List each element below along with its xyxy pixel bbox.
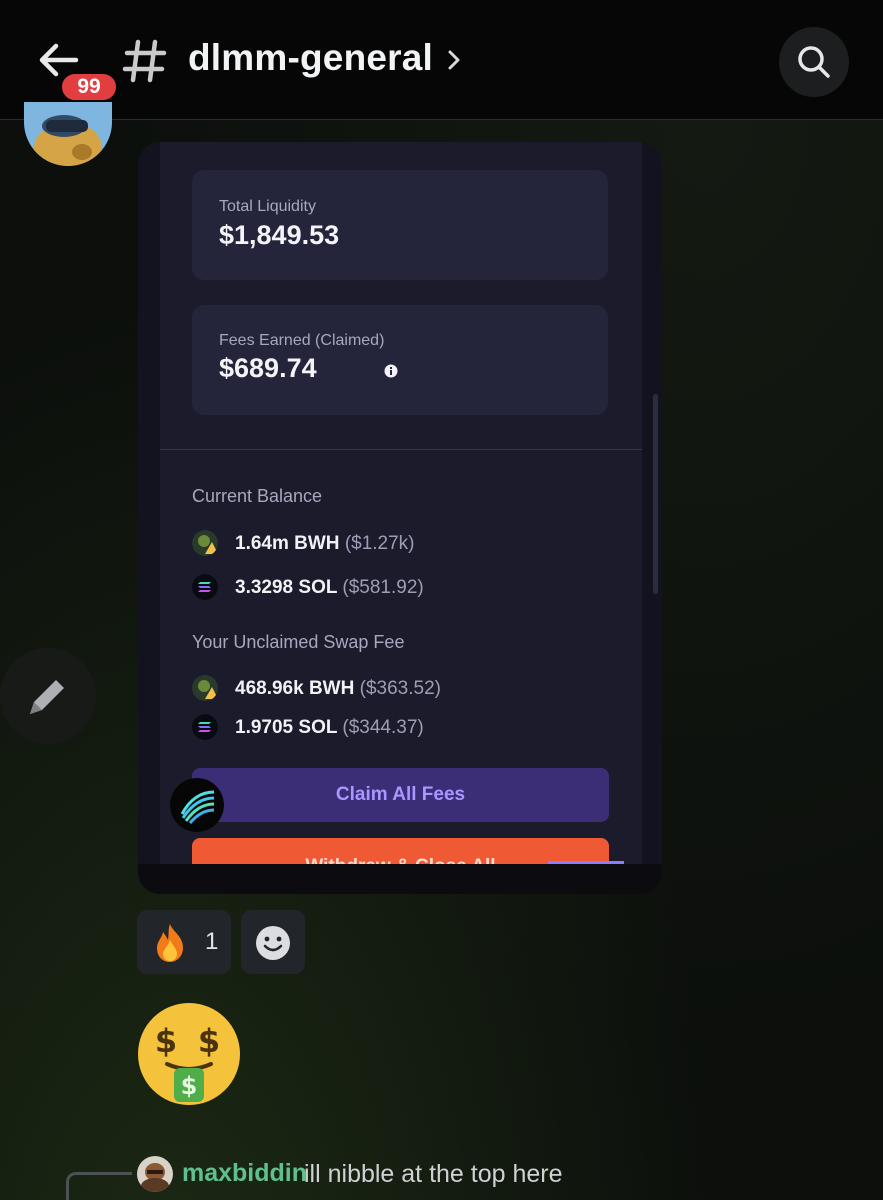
balance-amount: 3.3298 SOL ($581.92) (235, 577, 424, 598)
edit-button[interactable] (0, 648, 96, 744)
total-liquidity-value: $1,849.53 (219, 220, 340, 250)
fees-earned-value: $689.74 (219, 353, 317, 383)
meteora-logo-icon (170, 778, 224, 832)
image-attachment[interactable]: Total Liquidity $1,849.53 Fees Earned (C… (138, 142, 662, 894)
hash-icon (122, 39, 167, 83)
sol-token-icon (192, 574, 218, 600)
chevron-right-icon[interactable] (444, 46, 464, 74)
search-button[interactable] (779, 27, 849, 97)
unclaimed-fee-title: Your Unclaimed Swap Fee (192, 632, 405, 652)
avatar-image (24, 102, 112, 166)
avatar[interactable] (24, 102, 112, 166)
reply-text[interactable]: ill nibble at the top here (304, 1160, 563, 1189)
current-balance-title: Current Balance (192, 486, 323, 506)
scrollbar (653, 394, 658, 594)
unread-badge: 99 (58, 70, 120, 104)
add-reaction-button[interactable] (241, 910, 305, 974)
sol-token-icon (192, 714, 218, 740)
bwh-token-icon (192, 675, 218, 701)
svg-text:$: $ (155, 1022, 177, 1060)
pencil-icon (30, 680, 64, 714)
channel-name[interactable]: dlmm-general (188, 37, 433, 79)
reply-avatar[interactable] (137, 1156, 173, 1192)
reply-spine (66, 1172, 132, 1200)
unclaimed-row-bwh: 468.96k BWH ($363.52) (192, 675, 612, 703)
screenshot-bottom-nav (138, 864, 662, 894)
claim-all-fees-button[interactable]: Claim All Fees (192, 768, 609, 822)
channel-header: 99 dlmm-general (0, 0, 883, 120)
divider (160, 449, 642, 450)
total-liquidity-card: Total Liquidity $1,849.53 (192, 170, 608, 280)
unclaimed-amount: 1.9705 SOL ($344.37) (235, 717, 424, 738)
balance-amount: 1.64m BWH ($1.27k) (235, 533, 415, 554)
reply-avatar-image (137, 1156, 173, 1192)
add-reaction-icon (256, 926, 290, 960)
reaction-fire[interactable]: 1 (137, 910, 231, 974)
fire-icon (157, 924, 183, 962)
total-liquidity-label: Total Liquidity (219, 198, 316, 215)
svg-text:$: $ (181, 1072, 198, 1100)
svg-text:$: $ (198, 1022, 220, 1060)
info-icon[interactable] (384, 364, 398, 378)
balance-row-sol: 3.3298 SOL ($581.92) (192, 574, 612, 602)
unclaimed-amount: 468.96k BWH ($363.52) (235, 678, 441, 699)
bwh-token-icon (192, 530, 218, 556)
money-mouth-face-icon: $ $ $ (138, 1003, 240, 1105)
reply-username[interactable]: maxbiddin (182, 1159, 307, 1188)
search-icon (798, 46, 830, 78)
unclaimed-row-sol: 1.9705 SOL ($344.37) (192, 714, 612, 742)
fees-earned-label: Fees Earned (Claimed) (219, 332, 385, 349)
balance-row-bwh: 1.64m BWH ($1.27k) (192, 530, 612, 558)
reaction-count: 1 (205, 928, 219, 955)
fees-earned-card: Fees Earned (Claimed) $689.74 (192, 305, 608, 415)
nav-indicator (548, 861, 624, 864)
